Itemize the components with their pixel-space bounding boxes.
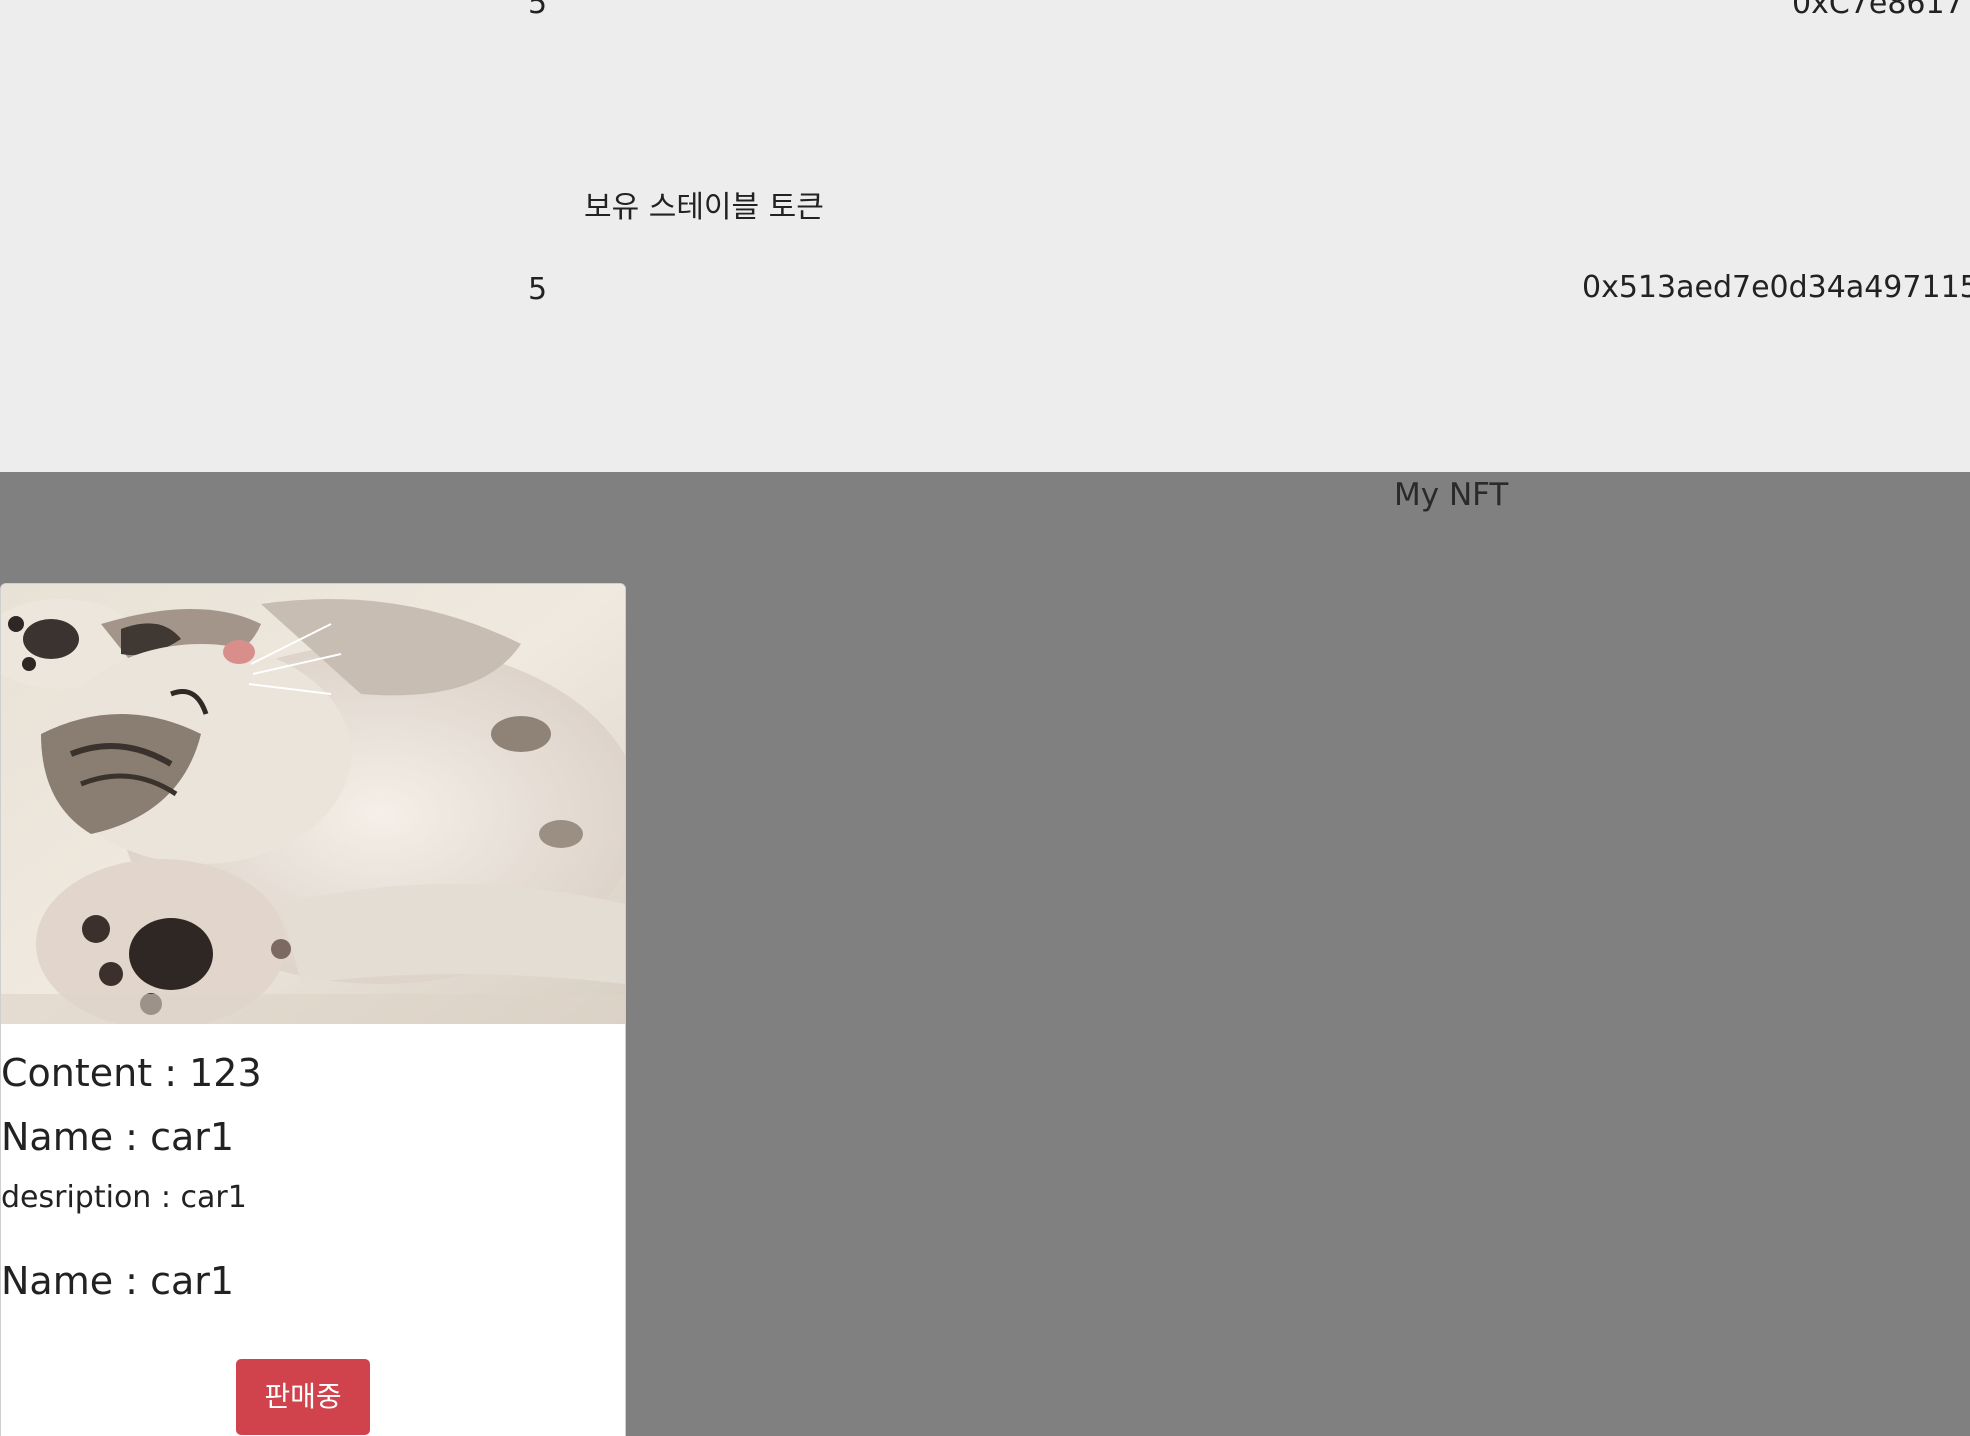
stable-token-label: 보유 스테이블 토큰: [584, 190, 824, 225]
wallet-address-1: 0xC7e8617: [1792, 0, 1964, 21]
balance-amount-2: 5: [528, 272, 548, 307]
my-nft-title: My NFT: [1394, 477, 1509, 513]
kitten-photo-icon: [1, 584, 625, 1024]
on-sale-button[interactable]: 판매중: [236, 1359, 370, 1435]
wallet-address-2: 0x513aed7e0d34a497115: [1582, 270, 1970, 305]
nft-content: Content : 123: [1, 1051, 262, 1095]
balance-amount-1: 5: [528, 0, 548, 21]
nft-description: desription : car1: [1, 1180, 247, 1215]
nft-name-repeat: Name : car1: [1, 1259, 235, 1303]
token-balance-section: 5 0xC7e8617 보유 스테이블 토큰 5 0x513aed7e0d34a…: [0, 0, 1970, 472]
nft-card: Content : 123 Name : car1 desription : c…: [0, 583, 626, 1436]
my-nft-section: My NFT Content: 123 Name: car1 desript…: [0, 472, 1970, 1436]
nft-name: Name : car1: [1, 1115, 235, 1159]
